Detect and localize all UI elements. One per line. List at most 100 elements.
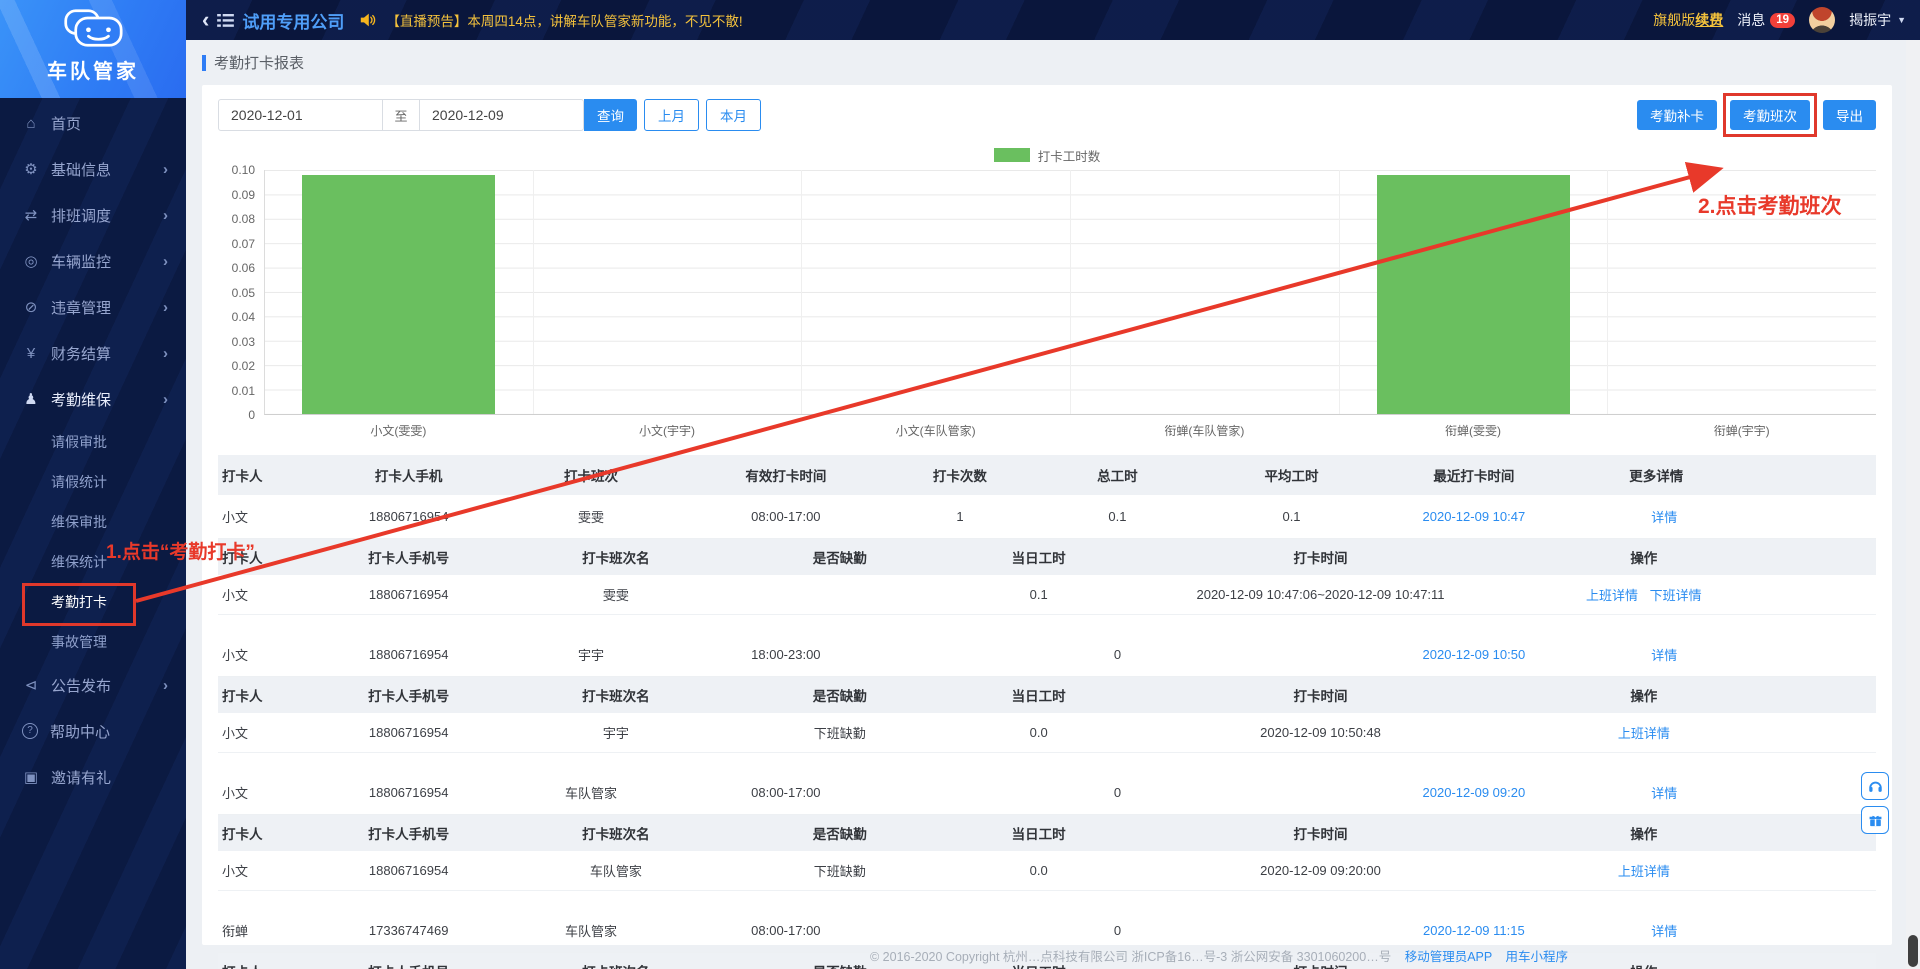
user-menu[interactable]: 揭振宇 ▼	[1849, 10, 1906, 30]
on-duty-detail-link[interactable]: 上班详情	[1586, 588, 1638, 603]
detail-link[interactable]: 详情	[1577, 921, 1751, 940]
attendance-makeup-button[interactable]: 考勤补卡	[1637, 100, 1717, 130]
messages-menu[interactable]: 消息 19	[1737, 10, 1795, 30]
sidebar-item[interactable]: ♟ 考勤维保 ›	[0, 376, 186, 422]
prev-month-button[interactable]: 上月	[644, 99, 699, 131]
people-icon: ♟	[20, 390, 42, 408]
this-month-button[interactable]: 本月	[706, 99, 761, 131]
col-header: 打卡人	[218, 465, 317, 485]
y-axis-tick: 0.10	[232, 163, 255, 177]
sidebar-item-label: 违章管理	[51, 297, 163, 318]
chart-category-cell	[533, 170, 802, 414]
sidebar-item[interactable]: ¥ 财务结算 ›	[0, 330, 186, 376]
chevron-right-icon: ›	[163, 161, 168, 178]
on-duty-detail-link[interactable]: 上班详情	[1618, 864, 1670, 879]
chevron-right-icon: ›	[163, 677, 168, 694]
search-button[interactable]: 查询	[584, 99, 637, 131]
submenu-item-label: 维保审批	[51, 514, 107, 530]
announce-icon: ⊲	[20, 676, 42, 694]
user-name: 揭振宇	[1849, 10, 1891, 30]
sub-table-header-row: 打卡人 打卡人手机号 打卡班次名 是否缺勤 当日工时 打卡时间 操作	[218, 815, 1876, 851]
on-duty-detail-link[interactable]: 上班详情	[1618, 726, 1670, 741]
sidebar-submenu-item[interactable]: 维保审批	[0, 502, 186, 542]
chart-category-cell	[265, 170, 533, 414]
x-axis-label: 小文(雯雯)	[264, 422, 533, 439]
sub-table-row: 小文 18806716954 宇宇 下班缺勤 0.0 2020-12-09 10…	[218, 713, 1876, 753]
attendance-shift-button[interactable]: 考勤班次	[1730, 100, 1810, 130]
date-to-input[interactable]	[419, 99, 584, 131]
x-axis-label: 小文(车队管家)	[801, 422, 1070, 439]
home-icon: ⌂	[20, 115, 42, 132]
y-axis-tick: 0.09	[232, 188, 255, 202]
customer-service-button[interactable]	[1861, 772, 1889, 800]
last-punch-time-link[interactable]: 2020-12-09 09:20	[1379, 785, 1570, 800]
app-logo[interactable]: 车队管家	[0, 0, 186, 98]
sidebar-item[interactable]: ⊲ 公告发布 ›	[0, 662, 186, 708]
copyright-text: © 2016-2020 Copyright 杭州…点科技有限公司 浙ICP备16…	[870, 950, 1391, 964]
col-header: 平均工时	[1204, 465, 1378, 485]
renew-link[interactable]: 续费	[1695, 12, 1723, 28]
y-axis-tick: 0.01	[232, 384, 255, 398]
table-row: 小文 18806716954 雯雯 08:00-17:00 1 0.1 0.1 …	[218, 495, 1876, 539]
avatar[interactable]	[1809, 7, 1835, 33]
export-button[interactable]: 导出	[1823, 100, 1876, 130]
bar	[1377, 175, 1570, 414]
app-root: 车队管家 ⌂ 首页 ⚙ 基础信息 › ⇄ 排班调度 ›	[0, 0, 1920, 969]
sub-table: 打卡人 打卡人手机号 打卡班次名 是否缺勤 当日工时 打卡时间 操作 小文 18…	[218, 815, 1876, 891]
sidebar-item[interactable]: ▣ 邀请有礼	[0, 754, 186, 800]
sidebar-item[interactable]: ⊘ 违章管理 ›	[0, 284, 186, 330]
sidebar-item-label: 考勤维保	[51, 389, 163, 410]
col-header: 最近打卡时间	[1379, 465, 1570, 485]
last-punch-time-link[interactable]: 2020-12-09 11:15	[1379, 923, 1570, 938]
scrollbar-thumb[interactable]	[1908, 935, 1918, 967]
sidebar-submenu-item[interactable]: 维保统计	[0, 542, 186, 582]
company-name[interactable]: 试用专用公司	[242, 8, 344, 33]
sidebar-item-label: 财务结算	[51, 343, 163, 364]
sub-table-row: 小文 18806716954 车队管家 下班缺勤 0.0 2020-12-09 …	[218, 851, 1876, 891]
back-icon[interactable]: ‹	[202, 9, 209, 31]
last-punch-time-link[interactable]: 2020-12-09 10:50	[1379, 647, 1570, 662]
sidebar-submenu-item[interactable]: 考勤打卡	[0, 582, 186, 622]
table-actions: 考勤补卡 考勤班次 导出	[1637, 100, 1876, 130]
col-header: 打卡人手机	[317, 465, 499, 485]
gear-icon: ⚙	[20, 160, 42, 178]
chart-plot	[264, 170, 1876, 415]
sub-table: 打卡人 打卡人手机号 打卡班次名 是否缺勤 当日工时 打卡时间 操作 小文 18…	[218, 677, 1876, 753]
sidebar-item[interactable]: ? 帮助中心	[0, 708, 186, 754]
sidebar-item[interactable]: ◎ 车辆监控 ›	[0, 238, 186, 284]
sidebar-submenu-item[interactable]: 请假审批	[0, 422, 186, 462]
sidebar-submenu-item[interactable]: 事故管理	[0, 622, 186, 662]
sidebar-item[interactable]: ⇄ 排班调度 ›	[0, 192, 186, 238]
table-header-row: 打卡人 打卡人手机 打卡班次 有效打卡时间 打卡次数 总工时 平均工时 最近打卡…	[218, 455, 1876, 495]
detail-link[interactable]: 详情	[1577, 507, 1751, 526]
gift-icon	[1868, 813, 1883, 828]
chevron-down-icon: ▼	[1897, 15, 1906, 25]
scrollbar-track[interactable]	[1906, 40, 1920, 969]
last-punch-time-link[interactable]: 2020-12-09 10:47	[1379, 509, 1570, 524]
date-from-input[interactable]	[218, 99, 383, 131]
attendance-table: 打卡人 打卡人手机 打卡班次 有效打卡时间 打卡次数 总工时 平均工时 最近打卡…	[218, 455, 1876, 969]
mini-program-link[interactable]: 用车小程序	[1505, 950, 1568, 964]
x-axis-label: 衔蝉(车队管家)	[1070, 422, 1339, 439]
menu-list-icon[interactable]	[217, 14, 234, 27]
gift-button[interactable]	[1861, 806, 1889, 834]
chart-y-axis: 0.10 0.09 0.08 0.07 0.06 0.05	[218, 170, 264, 415]
sidebar-submenu-item[interactable]: 请假统计	[0, 462, 186, 502]
sidebar-item-label: 首页	[51, 113, 168, 134]
y-axis-tick: 0.03	[232, 335, 255, 349]
sidebar-item[interactable]: ⚙ 基础信息 ›	[0, 146, 186, 192]
chevron-right-icon: ›	[163, 253, 168, 270]
sidebar-item[interactable]: ⌂ 首页	[0, 100, 186, 146]
detail-link[interactable]: 详情	[1577, 645, 1751, 664]
sidebar-item-label: 基础信息	[51, 159, 163, 180]
col-header: 打卡班次	[500, 465, 682, 485]
admin-app-link[interactable]: 移动管理员APP	[1405, 950, 1492, 964]
submenu-item-label: 请假审批	[51, 434, 107, 450]
report-card: 至 查询 上月 本月 考勤补卡 考勤班次 导出	[202, 85, 1892, 945]
off-duty-detail-link[interactable]: 下班详情	[1650, 588, 1702, 603]
detail-link[interactable]: 详情	[1577, 783, 1751, 802]
sidebar: 车队管家 ⌂ 首页 ⚙ 基础信息 › ⇄ 排班调度 ›	[0, 0, 186, 969]
chart-category-cell	[1070, 170, 1339, 414]
y-axis-tick: 0.02	[232, 359, 255, 373]
plan-renew-link[interactable]: 旗舰版续费	[1653, 10, 1723, 30]
